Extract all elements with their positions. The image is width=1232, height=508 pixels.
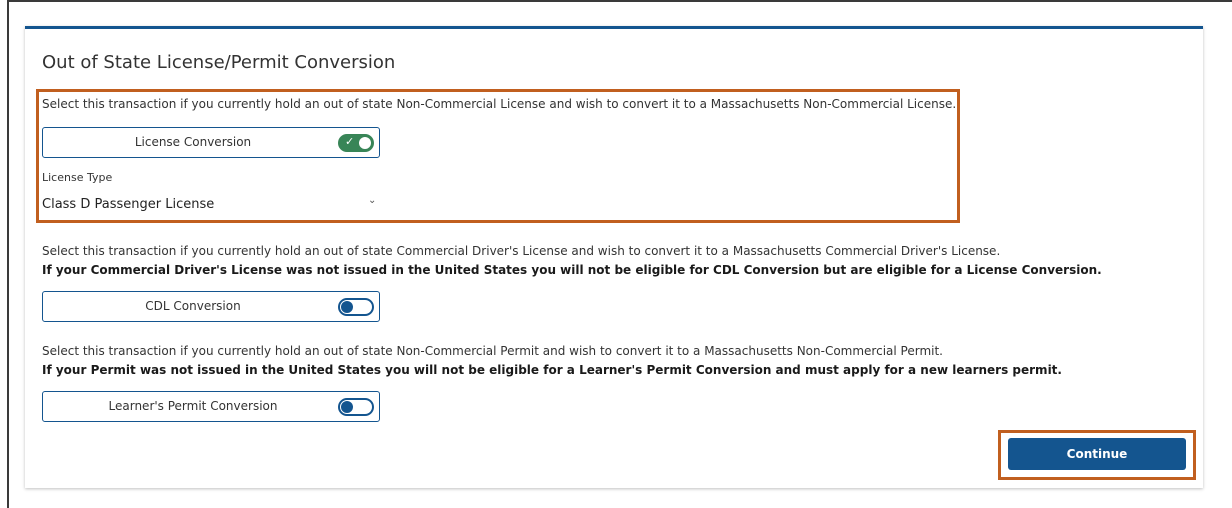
cdl-conversion-toggle[interactable]: CDL Conversion — [42, 291, 380, 322]
continue-highlight — [998, 430, 1196, 480]
page-title: Out of State License/Permit Conversion — [42, 52, 396, 73]
permit-conversion-switch[interactable] — [338, 398, 374, 416]
permit-conversion-notice: If your Permit was not issued in the Uni… — [42, 363, 1062, 377]
switch-knob — [341, 301, 353, 313]
permit-conversion-toggle[interactable]: Learner's Permit Conversion — [42, 391, 380, 422]
cdl-conversion-description: Select this transaction if you currently… — [42, 244, 1001, 258]
cdl-conversion-notice: If your Commercial Driver's License was … — [42, 263, 1102, 277]
license-section-highlight — [36, 89, 960, 223]
permit-conversion-description: Select this transaction if you currently… — [42, 344, 943, 358]
cdl-conversion-switch[interactable] — [338, 298, 374, 316]
permit-conversion-label: Learner's Permit Conversion — [108, 399, 278, 413]
cdl-conversion-label: CDL Conversion — [145, 299, 241, 313]
switch-knob — [341, 401, 353, 413]
